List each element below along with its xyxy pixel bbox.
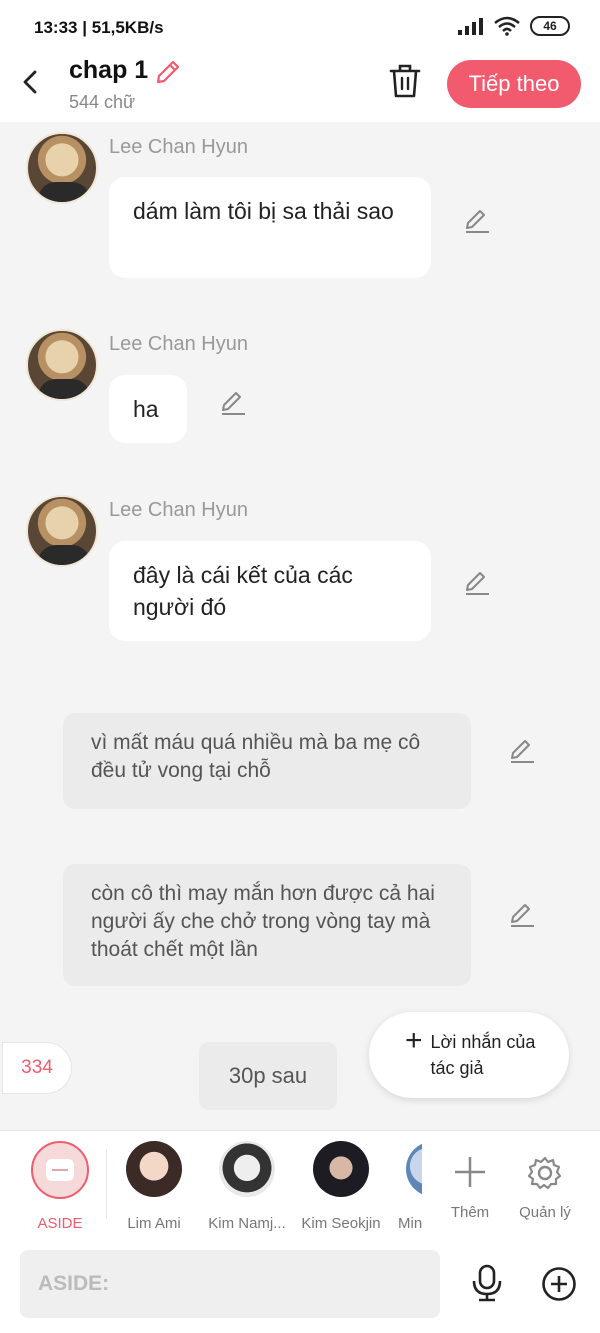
avatar[interactable] xyxy=(26,329,98,401)
add-circle-icon[interactable] xyxy=(541,1266,577,1302)
message-bubble[interactable]: đây là cái kết của các người đó xyxy=(109,541,431,641)
character-name: ASIDE xyxy=(37,1215,83,1232)
edit-icon[interactable] xyxy=(508,736,536,764)
character-item[interactable]: Lim Ami xyxy=(109,1141,199,1232)
character-name: Kim Seokjin xyxy=(301,1215,381,1232)
chapter-title: chap 1 xyxy=(69,56,149,84)
word-count: 544 chữ xyxy=(69,92,136,112)
character-name: Kim Namj... xyxy=(208,1215,286,1232)
trash-icon[interactable] xyxy=(388,62,422,100)
time-skip-block[interactable]: 30p sau xyxy=(199,1042,337,1110)
avatar xyxy=(126,1141,182,1197)
next-button[interactable]: Tiếp theo xyxy=(447,60,581,108)
character-name: Min xyxy=(398,1215,422,1232)
edit-icon[interactable] xyxy=(508,900,536,928)
input-bar xyxy=(0,1236,600,1333)
manage-label: Quản lý xyxy=(519,1204,571,1221)
status-network-speed: 51,5KB/s xyxy=(91,18,164,37)
narration-block[interactable]: còn cô thì may mắn hơn được cả hai người… xyxy=(63,864,471,986)
avatar xyxy=(406,1141,422,1197)
status-bar: 13:33 | 51,5KB/s 46 xyxy=(0,0,600,56)
wifi-icon xyxy=(494,16,520,36)
author-note-button[interactable]: + Lời nhắn của tác giả xyxy=(369,1012,569,1098)
speaker-name: Lee Chan Hyun xyxy=(109,499,248,521)
edit-icon[interactable] xyxy=(219,388,247,416)
edit-icon[interactable] xyxy=(463,568,491,596)
chat-area[interactable]: Lee Chan Hyun dám làm tôi bị sa thải sao… xyxy=(0,122,600,1130)
character-item[interactable]: Kim Seokjin xyxy=(296,1141,386,1232)
app-header: chap 1 544 chữ Tiếp theo xyxy=(0,56,600,122)
battery-indicator: 46 xyxy=(530,16,570,36)
chevron-left-icon xyxy=(23,70,37,94)
chat-count-badge[interactable]: 334 xyxy=(2,1042,72,1094)
signal-icon xyxy=(458,18,483,35)
manage-button[interactable]: Quản lý xyxy=(500,1141,590,1221)
character-name: Lim Ami xyxy=(127,1215,181,1232)
character-aside[interactable]: ASIDE xyxy=(15,1141,105,1232)
character-bar: ASIDE Lim Ami Kim Namj... Kim Seokjin Mi… xyxy=(0,1130,600,1236)
aside-icon xyxy=(31,1141,89,1199)
message-bubble[interactable]: ha xyxy=(109,375,187,443)
speaker-name: Lee Chan Hyun xyxy=(109,136,248,158)
character-item[interactable]: Min xyxy=(390,1141,422,1232)
status-time: 13:33 xyxy=(34,18,78,37)
avatar xyxy=(313,1141,369,1197)
plus-icon xyxy=(455,1157,485,1187)
microphone-icon[interactable] xyxy=(470,1264,504,1302)
message-bubble[interactable]: dám làm tôi bị sa thải sao xyxy=(109,177,431,278)
divider xyxy=(106,1149,107,1219)
gear-icon xyxy=(527,1156,562,1190)
narration-block[interactable]: vì mất máu quá nhiều mà ba mẹ cô đều tử … xyxy=(63,713,471,809)
speaker-name: Lee Chan Hyun xyxy=(109,333,248,355)
author-note-label: Lời nhắn của tác giả xyxy=(430,1032,536,1078)
edit-icon[interactable] xyxy=(463,206,491,234)
edit-title-icon[interactable] xyxy=(154,58,182,86)
back-button[interactable] xyxy=(14,66,46,98)
character-item[interactable]: Kim Namj... xyxy=(202,1141,292,1232)
plus-icon: + xyxy=(405,1024,423,1057)
message-input[interactable] xyxy=(20,1250,440,1318)
avatar xyxy=(219,1141,275,1197)
avatar[interactable] xyxy=(26,495,98,567)
avatar[interactable] xyxy=(26,132,98,204)
